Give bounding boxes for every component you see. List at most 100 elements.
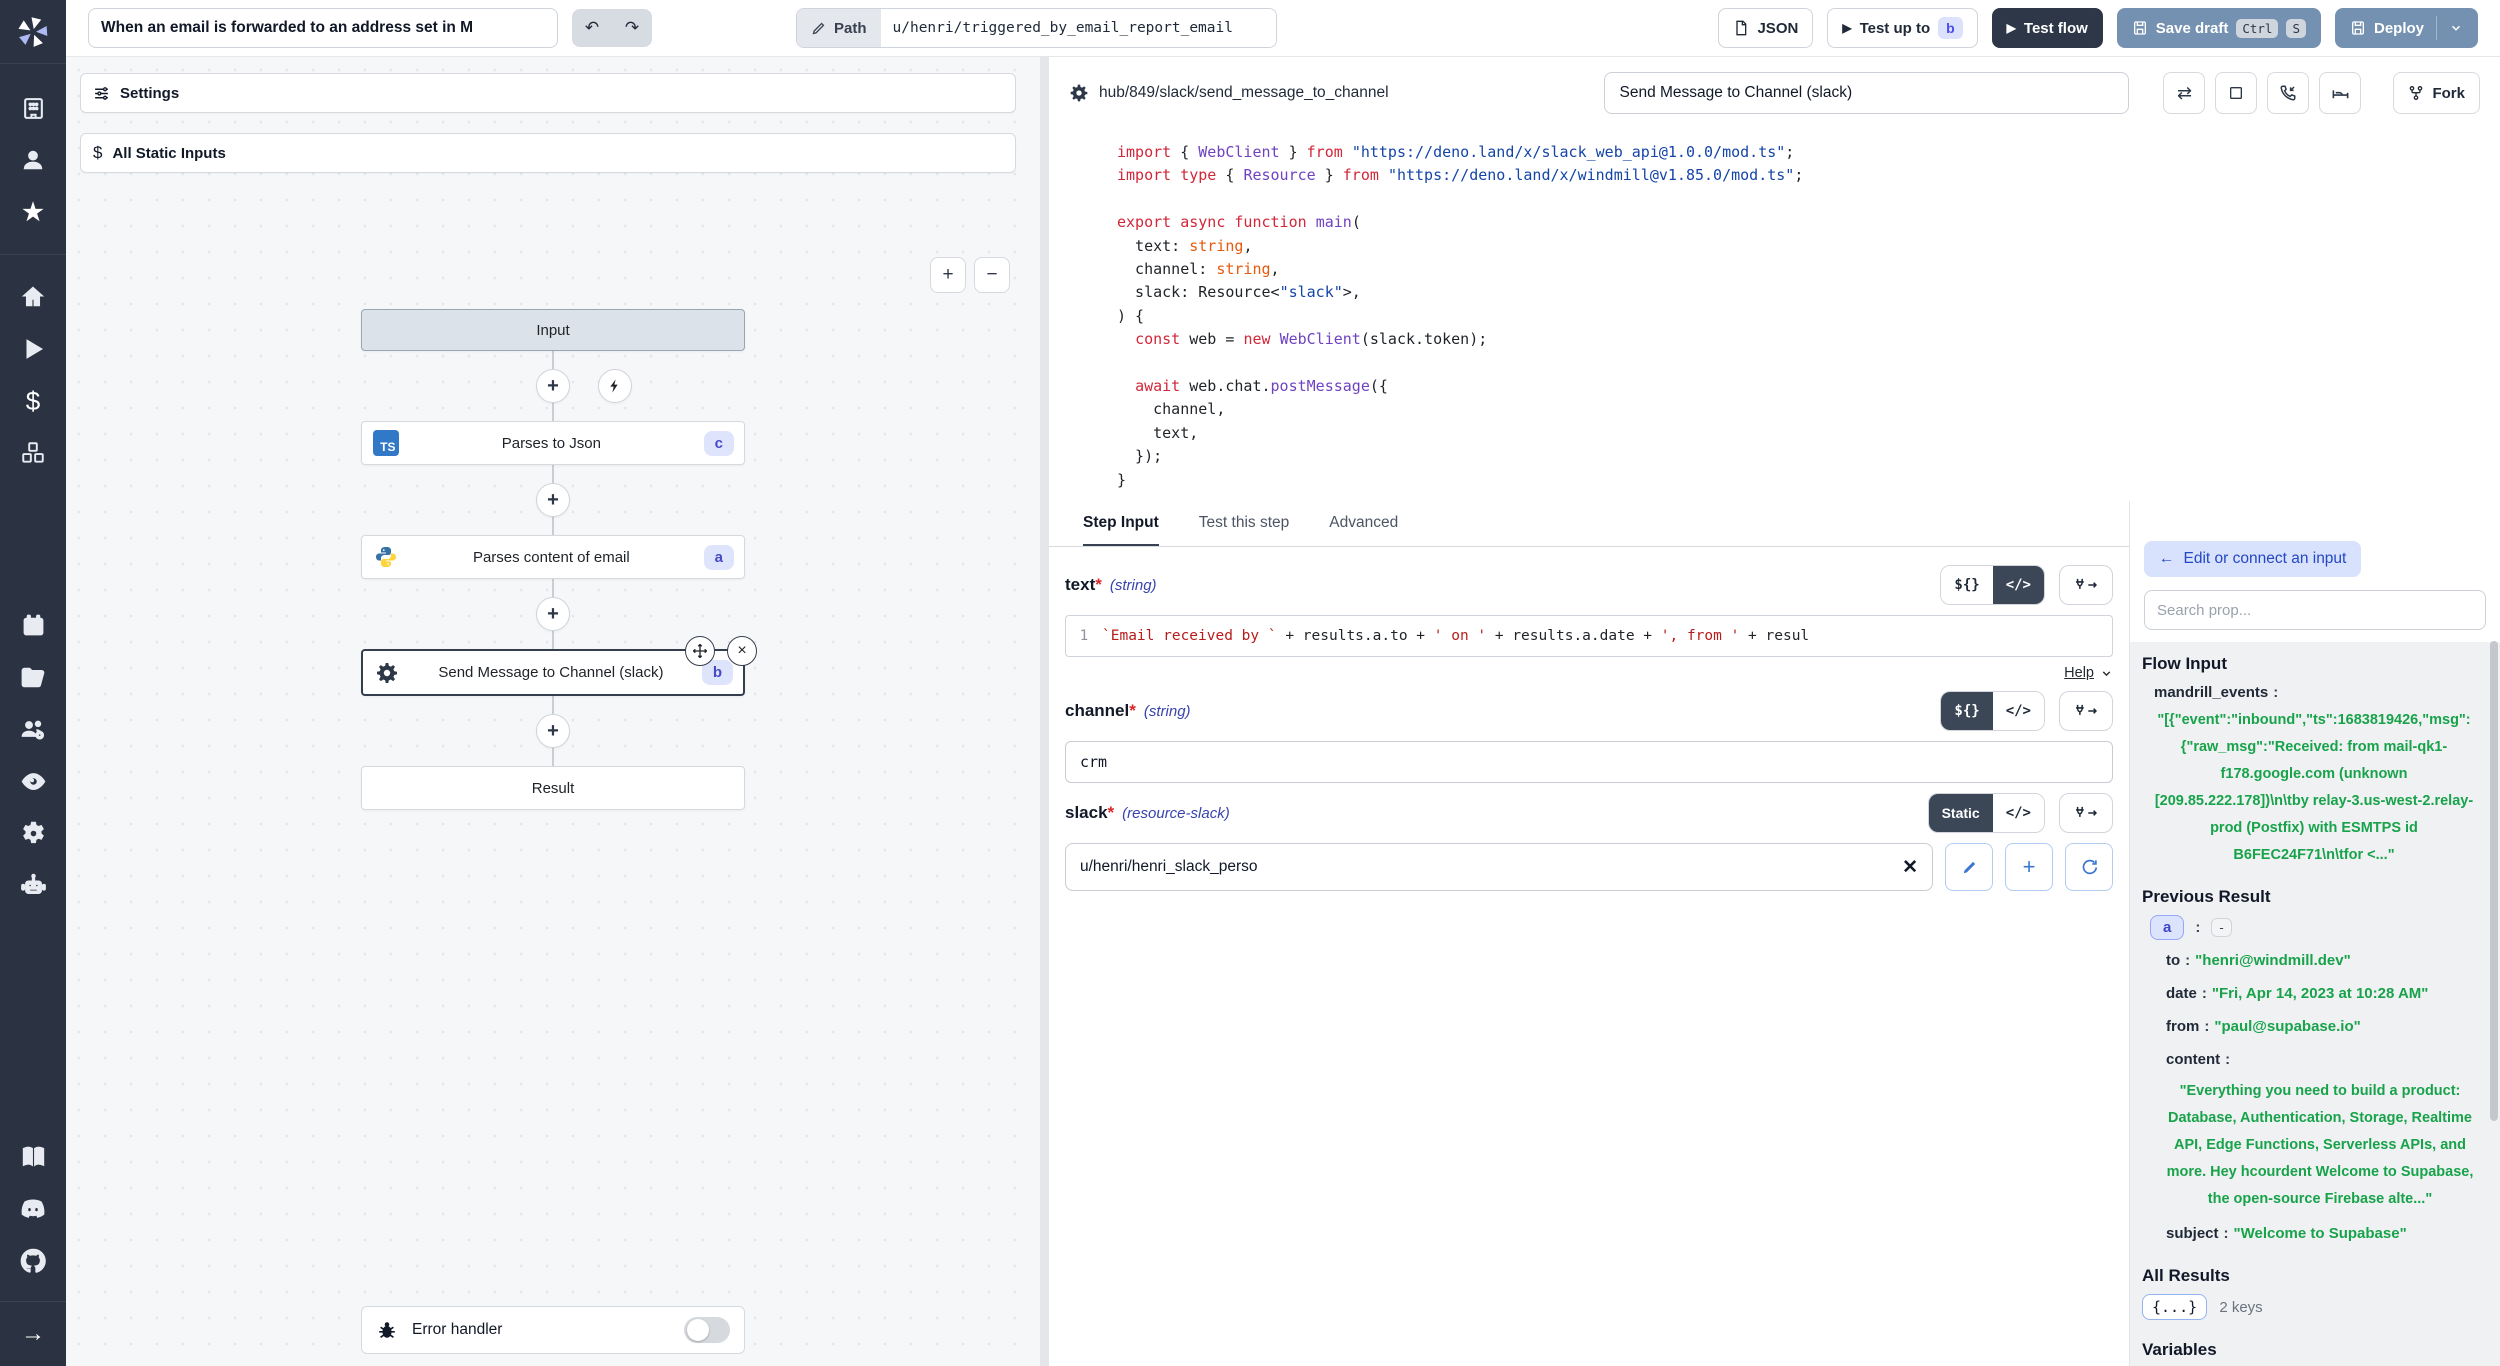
- trigger-bolt-button[interactable]: [598, 369, 632, 403]
- all-static-inputs-label: All Static Inputs: [112, 145, 225, 162]
- test-flow-button[interactable]: ▶ Test flow: [1992, 8, 2103, 48]
- text-expression-editor[interactable]: 1 `Email received by ` + results.a.to + …: [1065, 615, 2113, 657]
- prop-key[interactable]: from: [2166, 1018, 2199, 1035]
- favorites-star-icon[interactable]: ★: [0, 186, 66, 238]
- discord-icon[interactable]: [0, 1183, 66, 1235]
- toggle-js-mode[interactable]: </>: [1993, 566, 2044, 604]
- reload-script-button[interactable]: ⇄: [2163, 72, 2205, 114]
- panel-splitter[interactable]: [1040, 57, 1049, 1366]
- add-step-button[interactable]: +: [536, 369, 570, 403]
- prop-value[interactable]: "[{"event":"inbound","ts":1683819426,"ms…: [2142, 707, 2486, 869]
- user-icon[interactable]: [0, 134, 66, 186]
- webhook-button[interactable]: [2267, 72, 2309, 114]
- kbd-ctrl: Ctrl: [2236, 19, 2278, 38]
- inline-preview-button[interactable]: [2319, 72, 2361, 114]
- error-handler-toggle[interactable]: [684, 1317, 730, 1343]
- collapse-sidebar-arrow-icon[interactable]: →: [0, 1302, 66, 1366]
- result-a-badge[interactable]: a: [2150, 915, 2184, 940]
- move-node-button[interactable]: [685, 636, 715, 666]
- redo-button[interactable]: ↷: [612, 9, 652, 47]
- variables-dollar-icon[interactable]: $: [0, 375, 66, 427]
- prop-value[interactable]: "Fri, Apr 14, 2023 at 10:28 AM": [2212, 985, 2429, 1002]
- schedules-calendar-icon[interactable]: [0, 599, 66, 651]
- prop-key[interactable]: content: [2166, 1051, 2220, 1068]
- toggle-template-mode[interactable]: ${}: [1941, 692, 1992, 730]
- flow-settings-button[interactable]: Settings: [80, 73, 1016, 113]
- undo-button[interactable]: ↶: [572, 9, 612, 47]
- step-name-input[interactable]: [1604, 72, 2129, 114]
- text-connect-plug-button[interactable]: [2059, 565, 2113, 605]
- home-icon[interactable]: [0, 271, 66, 323]
- toggle-js-mode[interactable]: </>: [1993, 794, 2044, 832]
- search-prop-input[interactable]: [2144, 590, 2486, 630]
- toggle-template-mode[interactable]: ${}: [1941, 566, 1992, 604]
- expand-editor-button[interactable]: [2215, 72, 2257, 114]
- folders-icon[interactable]: [0, 651, 66, 703]
- add-step-button[interactable]: +: [536, 714, 570, 748]
- resources-cubes-icon[interactable]: [0, 427, 66, 479]
- tab-advanced[interactable]: Advanced: [1329, 501, 1398, 546]
- zoom-in-button[interactable]: +: [930, 257, 966, 293]
- windmill-logo-icon[interactable]: [0, 0, 66, 64]
- tab-test-this-step[interactable]: Test this step: [1199, 501, 1289, 546]
- prop-value[interactable]: "henri@windmill.dev": [2195, 952, 2351, 969]
- runs-play-icon[interactable]: [0, 323, 66, 375]
- variables-title: Variables: [2142, 1340, 2486, 1360]
- tab-step-input[interactable]: Step Input: [1083, 501, 1159, 546]
- json-button[interactable]: JSON: [1718, 8, 1813, 48]
- flow-node-send-message[interactable]: Send Message to Channel (slack) b ×: [361, 649, 745, 696]
- path-input[interactable]: [881, 9, 1276, 47]
- kbd-s: S: [2286, 19, 2306, 38]
- delete-node-button[interactable]: ×: [727, 636, 757, 666]
- path-edit-button[interactable]: Path: [797, 9, 881, 47]
- channel-connect-plug-button[interactable]: [2059, 691, 2113, 731]
- toggle-static-mode[interactable]: Static: [1929, 794, 1993, 832]
- groups-icon[interactable]: [0, 703, 66, 755]
- workers-robot-icon[interactable]: [0, 859, 66, 911]
- error-handler-bar[interactable]: Error handler: [361, 1306, 745, 1354]
- deploy-button[interactable]: Deploy: [2335, 8, 2478, 48]
- add-resource-button[interactable]: +: [2005, 843, 2053, 891]
- settings-gear-icon[interactable]: [0, 807, 66, 859]
- code-editor[interactable]: import { WebClient } from "https://deno.…: [1049, 129, 2500, 501]
- prop-value[interactable]: "Welcome to Supabase": [2234, 1225, 2407, 1242]
- channel-value-input[interactable]: [1065, 741, 2113, 783]
- add-step-button[interactable]: +: [536, 483, 570, 517]
- slack-resource-picker[interactable]: ✕: [1065, 843, 1933, 891]
- zoom-out-button[interactable]: −: [974, 257, 1010, 293]
- add-step-button[interactable]: +: [536, 597, 570, 631]
- clear-resource-button[interactable]: ✕: [1902, 856, 1918, 879]
- save-draft-button[interactable]: Save draft Ctrl S: [2117, 8, 2321, 48]
- prop-key[interactable]: subject: [2166, 1225, 2219, 1242]
- slack-connect-plug-button[interactable]: [2059, 793, 2113, 833]
- collapse-button[interactable]: -: [2211, 918, 2231, 937]
- audit-eye-icon[interactable]: [0, 755, 66, 807]
- edit-or-connect-button[interactable]: ← Edit or connect an input: [2144, 541, 2361, 577]
- edit-resource-button[interactable]: [1945, 843, 1993, 891]
- workspace-icon[interactable]: [0, 82, 66, 134]
- flow-node-result[interactable]: Result: [361, 766, 745, 810]
- flow-title-input[interactable]: [88, 8, 558, 48]
- prop-key[interactable]: date: [2166, 985, 2197, 1002]
- flow-node-parses-content[interactable]: Parses content of email a: [361, 535, 745, 579]
- flow-node-input[interactable]: Input: [361, 309, 745, 351]
- slack-resource-value[interactable]: [1080, 858, 1902, 876]
- test-up-to-button[interactable]: ▶ Test up to b: [1827, 8, 1977, 48]
- prop-value[interactable]: "Everything you need to build a product:…: [2154, 1078, 2486, 1213]
- git-fork-icon: [2408, 85, 2424, 101]
- prop-key[interactable]: to: [2166, 952, 2180, 969]
- all-results-expander[interactable]: {...}: [2142, 1294, 2207, 1320]
- prop-key[interactable]: mandrill_events: [2154, 684, 2268, 701]
- toggle-js-mode[interactable]: </>: [1993, 692, 2044, 730]
- prop-value[interactable]: "paul@supabase.io": [2214, 1018, 2360, 1035]
- refresh-resource-button[interactable]: [2065, 843, 2113, 891]
- flow-canvas[interactable]: Settings $ All Static Inputs + − Input: [66, 57, 1040, 1366]
- scrollbar-thumb[interactable]: [2490, 641, 2498, 1121]
- help-link[interactable]: Help: [2064, 665, 2094, 681]
- all-static-inputs-button[interactable]: $ All Static Inputs: [80, 133, 1016, 173]
- chevron-down-icon[interactable]: [2449, 21, 2463, 35]
- flow-node-parses-to-json[interactable]: TS Parses to Json c: [361, 421, 745, 465]
- docs-book-icon[interactable]: [0, 1131, 66, 1183]
- github-icon[interactable]: [0, 1235, 66, 1287]
- fork-button[interactable]: Fork: [2393, 72, 2480, 114]
